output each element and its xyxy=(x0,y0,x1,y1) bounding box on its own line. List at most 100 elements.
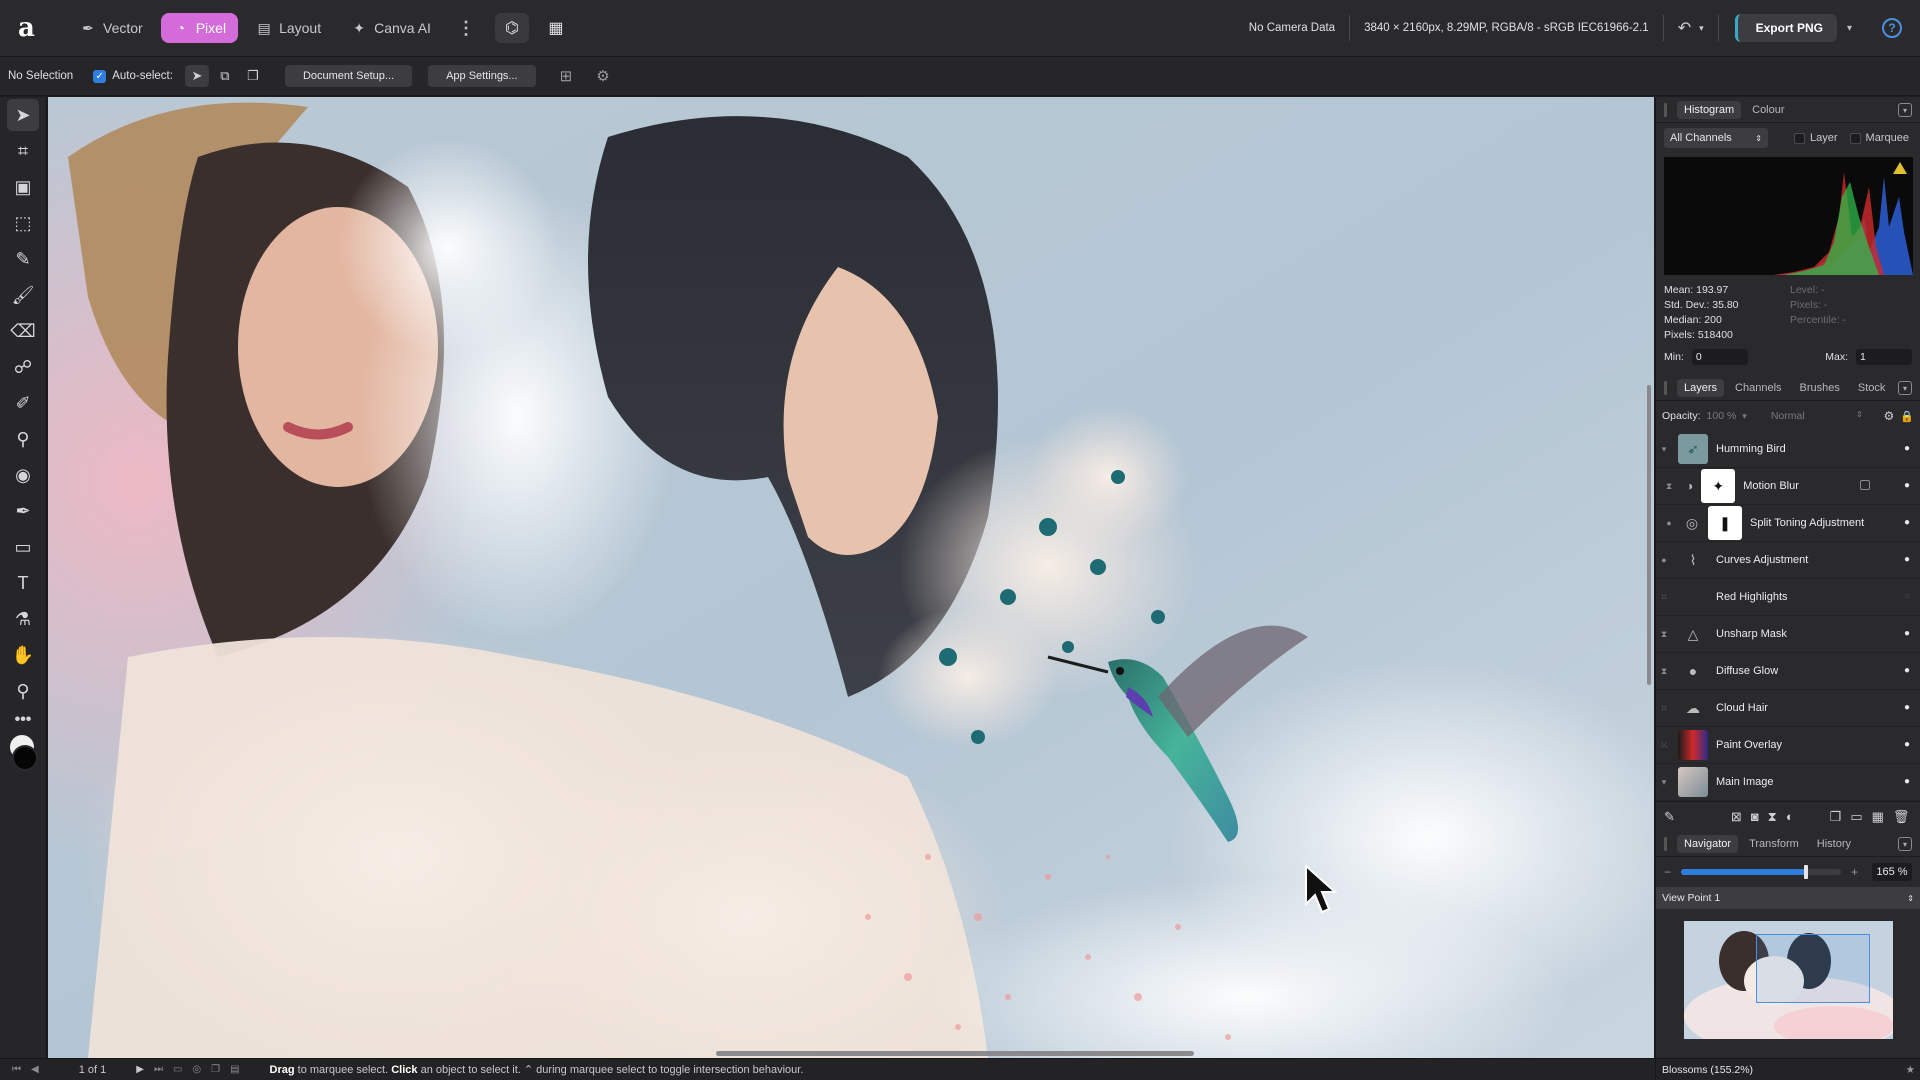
play-icon[interactable]: ▶ xyxy=(136,1064,144,1075)
tab-layers[interactable]: Layers xyxy=(1677,378,1725,397)
document-canvas[interactable] xyxy=(48,97,1654,1058)
zoom-out-icon[interactable]: − xyxy=(1664,865,1671,879)
collapse-panel-icon[interactable]: ▾ xyxy=(1898,381,1912,395)
view-mode-icon[interactable]: ◎ xyxy=(192,1064,201,1075)
adjustment-icon[interactable]: ◐ xyxy=(1786,809,1794,824)
tab-colour[interactable]: Colour xyxy=(1745,101,1791,119)
smudge-brush-icon[interactable]: ☍ xyxy=(7,351,39,383)
app-settings-button[interactable]: App Settings... xyxy=(428,65,536,87)
tab-brushes[interactable]: Brushes xyxy=(1793,379,1847,397)
layer-expand-icon[interactable]: ▾ xyxy=(1656,777,1672,788)
checkerboard-icon[interactable]: ▦ xyxy=(1872,809,1884,825)
marquee-checkbox-box[interactable] xyxy=(1849,132,1861,144)
add-pixel-layer-icon[interactable]: ❐ xyxy=(1830,809,1842,825)
retouch-brush-icon[interactable]: ✐ xyxy=(7,387,39,419)
select-arrow-icon[interactable]: ➤ xyxy=(184,65,209,87)
crop-tool-icon[interactable]: ⌗ xyxy=(7,135,39,167)
zoom-value[interactable]: 165 % xyxy=(1872,863,1912,881)
hand-tool-icon[interactable]: ✋ xyxy=(7,639,39,671)
export-button[interactable]: Export PNG xyxy=(1734,14,1837,42)
panel-grip-icon[interactable] xyxy=(1664,380,1667,395)
tab-navigator[interactable]: Navigator xyxy=(1677,834,1739,853)
visibility-eye-icon[interactable]: ● xyxy=(1904,628,1910,639)
more-tools-icon[interactable]: ••• xyxy=(0,711,46,729)
collapse-panel-icon[interactable]: ▾ xyxy=(1898,837,1912,851)
color-swatches[interactable] xyxy=(6,735,40,775)
select-layers-icon[interactable]: ❐ xyxy=(241,65,265,87)
visibility-eye-hidden-icon[interactable]: ○ xyxy=(1904,591,1910,602)
tab-stock[interactable]: Stock xyxy=(1851,379,1893,397)
last-page-icon[interactable]: ⏭ xyxy=(154,1064,163,1075)
grid-view-button[interactable]: ▦ xyxy=(539,13,573,43)
add-group-icon[interactable]: ▭ xyxy=(1850,809,1862,825)
edit-layer-icon[interactable]: ✎ xyxy=(1664,809,1675,825)
color-picker-icon[interactable]: ⚗ xyxy=(7,603,39,635)
layer-row-cloud-hair[interactable]: ⁙ ☁ Cloud Hair ● xyxy=(1656,690,1920,727)
marquee-checkbox[interactable]: Marquee xyxy=(1849,132,1909,144)
text-tool-icon[interactable]: T xyxy=(7,567,39,599)
more-options-icon[interactable]: ⋮ xyxy=(457,18,475,39)
transform-origin-icon[interactable]: ⊞ xyxy=(560,67,573,85)
snapping-button[interactable]: ⌬ xyxy=(494,13,529,43)
undo-history-button[interactable]: ↶ ▾ xyxy=(1664,15,1719,41)
dodge-burn-icon[interactable]: ◉ xyxy=(7,459,39,491)
zoom-in-icon[interactable]: + xyxy=(1851,865,1858,879)
lock-icon[interactable]: 🔒 xyxy=(1900,410,1914,423)
auto-select-checkbox[interactable]: ✓ xyxy=(93,69,107,83)
primary-color-swatch[interactable] xyxy=(12,745,38,771)
visibility-eye-icon[interactable]: ● xyxy=(1904,443,1910,454)
opacity-value[interactable]: 100 % xyxy=(1707,410,1737,422)
panel-grip-icon[interactable] xyxy=(1664,102,1667,117)
prev-page-icon[interactable]: ◀ xyxy=(31,1064,39,1075)
zoom-tool-icon[interactable]: ⚲ xyxy=(7,675,39,707)
visibility-eye-icon[interactable]: ● xyxy=(1904,665,1910,676)
eraser-icon[interactable]: ⌫ xyxy=(7,315,39,347)
persona-vector[interactable]: ✒ Vector xyxy=(68,13,155,43)
blend-mode-dropdown[interactable]: Normal ⇕ xyxy=(1771,410,1863,422)
delete-layer-icon[interactable]: 🗑 xyxy=(1893,809,1910,825)
layer-checkbox-box[interactable] xyxy=(1794,132,1805,144)
fx-icon[interactable]: ⊠ xyxy=(1731,809,1742,825)
visibility-eye-icon[interactable]: ● xyxy=(1904,517,1910,528)
document-setup-button[interactable]: Document Setup... xyxy=(284,65,413,87)
paint-brush-icon[interactable]: 🖌 xyxy=(7,279,39,311)
settings-gear-icon[interactable]: ⚙ xyxy=(596,67,609,85)
visibility-eye-icon[interactable]: ● xyxy=(1904,702,1910,713)
select-group-icon[interactable]: ⧉ xyxy=(213,65,237,87)
panel-grip-icon[interactable] xyxy=(1664,836,1667,851)
opacity-chevron-icon[interactable]: ▾ xyxy=(1742,411,1747,422)
vertical-scrollbar[interactable] xyxy=(1647,385,1651,685)
persona-pixel[interactable]: ◔ Pixel xyxy=(160,13,239,43)
live-filter-icon[interactable]: ⧗ xyxy=(1768,809,1777,825)
visibility-eye-icon[interactable]: ● xyxy=(1904,554,1910,565)
tab-history[interactable]: History xyxy=(1810,835,1858,853)
selection-brush-icon[interactable]: ✎ xyxy=(7,243,39,275)
layer-row-humming-bird[interactable]: ▾ ➶ Humming Bird ● xyxy=(1656,431,1920,468)
zoom-slider[interactable] xyxy=(1681,865,1842,879)
collapse-panel-icon[interactable]: ▾ xyxy=(1898,103,1912,117)
pages-icon[interactable]: ❐ xyxy=(211,1064,220,1075)
layer-expand-icon[interactable]: ▾ xyxy=(1656,444,1672,455)
tab-transform[interactable]: Transform xyxy=(1742,835,1806,853)
clone-stamp-icon[interactable]: ⚲ xyxy=(7,423,39,455)
artboard-tool-icon[interactable]: ▣ xyxy=(7,171,39,203)
move-tool-icon[interactable]: ➤ xyxy=(7,99,39,131)
tab-histogram[interactable]: Histogram xyxy=(1677,100,1742,119)
persona-layout[interactable]: ▤ Layout xyxy=(244,13,333,43)
visibility-eye-icon[interactable]: ● xyxy=(1904,739,1910,750)
max-field[interactable]: 1 xyxy=(1856,349,1912,365)
min-field[interactable]: 0 xyxy=(1691,349,1748,365)
layer-row-diffuse-glow[interactable]: ⧗ ● Diffuse Glow ● xyxy=(1656,653,1920,690)
page-options-icon[interactable]: ▭ xyxy=(173,1064,182,1075)
layer-row-red-highlights[interactable]: ⁙ Red Highlights ○ xyxy=(1656,579,1920,616)
rectangle-tool-icon[interactable]: ▭ xyxy=(7,531,39,563)
zoom-slider-knob[interactable] xyxy=(1803,865,1808,879)
view-point-dropdown[interactable]: View Point 1 ⇕ xyxy=(1656,887,1920,909)
tab-channels[interactable]: Channels xyxy=(1728,379,1788,397)
channels-dropdown[interactable]: All Channels ⇕ xyxy=(1664,128,1768,148)
affinity-logo-icon[interactable]: a xyxy=(18,15,44,41)
export-options-chevron-icon[interactable]: ▾ xyxy=(1847,23,1852,34)
layer-row-curves[interactable]: ● ⌇ Curves Adjustment ● xyxy=(1656,542,1920,579)
mask-layer-icon[interactable]: ◙ xyxy=(1751,809,1759,824)
star-icon[interactable]: ★ xyxy=(1906,1064,1915,1076)
